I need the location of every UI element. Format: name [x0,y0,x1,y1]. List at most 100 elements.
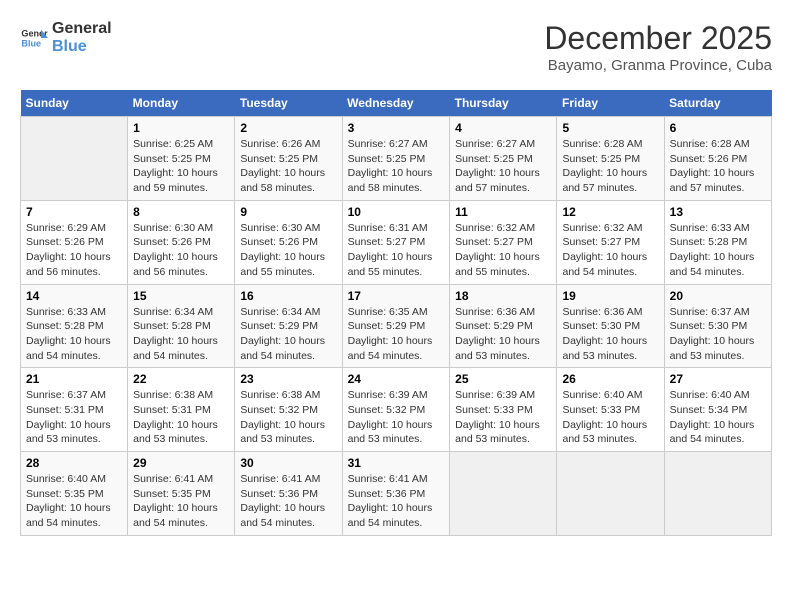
calendar-cell: 4 Sunrise: 6:27 AM Sunset: 5:25 PM Daylig… [450,117,557,201]
day-number: 11 [455,205,551,219]
day-number: 12 [562,205,658,219]
day-info: Sunrise: 6:30 AM Sunset: 5:26 PM Dayligh… [240,221,336,280]
calendar-cell: 17 Sunrise: 6:35 AM Sunset: 5:29 PM Dayli… [342,284,450,368]
day-number: 9 [240,205,336,219]
calendar-cell: 29Sunrise: 6:41 AM Sunset: 5:35 PM Dayli… [128,452,235,536]
day-info: Sunrise: 6:32 AM Sunset: 5:27 PM Dayligh… [562,221,658,280]
header-day-monday: Monday [128,90,235,117]
calendar-cell: 19 Sunrise: 6:36 AM Sunset: 5:30 PM Dayli… [557,284,664,368]
calendar-cell: 13 Sunrise: 6:33 AM Sunset: 5:28 PM Dayli… [664,200,771,284]
day-number: 4 [455,121,551,135]
day-number: 24 [348,372,445,386]
logo-icon: General Blue [20,24,48,52]
day-number: 19 [562,289,658,303]
day-number: 30 [240,456,336,470]
calendar-cell: 16 Sunrise: 6:34 AM Sunset: 5:29 PM Dayli… [235,284,342,368]
day-number: 28 [26,456,122,470]
day-number: 21 [26,372,122,386]
day-number: 14 [26,289,122,303]
calendar-subtitle: Bayamo, Granma Province, Cuba [544,57,772,74]
day-info: Sunrise: 6:32 AM Sunset: 5:27 PM Dayligh… [455,221,551,280]
day-number: 15 [133,289,229,303]
day-info: Sunrise: 6:28 AM Sunset: 5:25 PM Dayligh… [562,137,658,196]
calendar-cell: 21 Sunrise: 6:37 AM Sunset: 5:31 PM Dayli… [21,368,128,452]
calendar-cell: 26Sunrise: 6:40 AM Sunset: 5:33 PM Dayli… [557,368,664,452]
day-info: Sunrise: 6:40 AM Sunset: 5:34 PM Dayligh… [670,388,766,447]
day-info: Sunrise: 6:25 AM Sunset: 5:25 PM Dayligh… [133,137,229,196]
day-info: Sunrise: 6:37 AM Sunset: 5:31 PM Dayligh… [26,388,122,447]
day-number: 18 [455,289,551,303]
day-info: Sunrise: 6:35 AM Sunset: 5:29 PM Dayligh… [348,305,445,364]
day-info: Sunrise: 6:33 AM Sunset: 5:28 PM Dayligh… [26,305,122,364]
header-day-thursday: Thursday [450,90,557,117]
day-number: 5 [562,121,658,135]
day-number: 25 [455,372,551,386]
day-number: 7 [26,205,122,219]
day-number: 13 [670,205,766,219]
day-number: 1 [133,121,229,135]
header-day-sunday: Sunday [21,90,128,117]
calendar-cell: 9 Sunrise: 6:30 AM Sunset: 5:26 PM Daylig… [235,200,342,284]
calendar-cell: 11 Sunrise: 6:32 AM Sunset: 5:27 PM Dayli… [450,200,557,284]
calendar-cell: 2 Sunrise: 6:26 AM Sunset: 5:25 PM Daylig… [235,117,342,201]
header-day-saturday: Saturday [664,90,771,117]
day-number: 3 [348,121,445,135]
calendar-cell: 10 Sunrise: 6:31 AM Sunset: 5:27 PM Dayli… [342,200,450,284]
day-info: Sunrise: 6:41 AM Sunset: 5:36 PM Dayligh… [348,472,445,531]
logo: General Blue General Blue [20,20,112,55]
day-info: Sunrise: 6:33 AM Sunset: 5:28 PM Dayligh… [670,221,766,280]
calendar-cell: 30 Sunrise: 6:41 AM Sunset: 5:36 PM Dayli… [235,452,342,536]
day-info: Sunrise: 6:30 AM Sunset: 5:26 PM Dayligh… [133,221,229,280]
calendar-cell: 5 Sunrise: 6:28 AM Sunset: 5:25 PM Daylig… [557,117,664,201]
day-info: Sunrise: 6:27 AM Sunset: 5:25 PM Dayligh… [348,137,445,196]
day-info: Sunrise: 6:38 AM Sunset: 5:32 PM Dayligh… [240,388,336,447]
day-number: 22 [133,372,229,386]
calendar-cell: 20 Sunrise: 6:37 AM Sunset: 5:30 PM Dayli… [664,284,771,368]
calendar-cell: 24Sunrise: 6:39 AM Sunset: 5:32 PM Dayli… [342,368,450,452]
day-number: 20 [670,289,766,303]
calendar-cell: 27Sunrise: 6:40 AM Sunset: 5:34 PM Dayli… [664,368,771,452]
day-info: Sunrise: 6:27 AM Sunset: 5:25 PM Dayligh… [455,137,551,196]
calendar-cell: 25 Sunrise: 6:39 AM Sunset: 5:33 PM Dayli… [450,368,557,452]
calendar-cell: 23Sunrise: 6:38 AM Sunset: 5:32 PM Dayli… [235,368,342,452]
svg-text:Blue: Blue [21,38,41,48]
calendar-cell [664,452,771,536]
day-info: Sunrise: 6:34 AM Sunset: 5:28 PM Dayligh… [133,305,229,364]
calendar-title: December 2025 [544,20,772,57]
day-info: Sunrise: 6:36 AM Sunset: 5:30 PM Dayligh… [562,305,658,364]
day-info: Sunrise: 6:26 AM Sunset: 5:25 PM Dayligh… [240,137,336,196]
day-info: Sunrise: 6:29 AM Sunset: 5:26 PM Dayligh… [26,221,122,280]
calendar-cell: 18Sunrise: 6:36 AM Sunset: 5:29 PM Dayli… [450,284,557,368]
day-number: 10 [348,205,445,219]
calendar-cell: 6Sunrise: 6:28 AM Sunset: 5:26 PM Daylig… [664,117,771,201]
header-day-friday: Friday [557,90,664,117]
calendar-cell: 31 Sunrise: 6:41 AM Sunset: 5:36 PM Dayli… [342,452,450,536]
day-info: Sunrise: 6:41 AM Sunset: 5:36 PM Dayligh… [240,472,336,531]
day-number: 29 [133,456,229,470]
day-info: Sunrise: 6:34 AM Sunset: 5:29 PM Dayligh… [240,305,336,364]
calendar-week-row: 1 Sunrise: 6:25 AM Sunset: 5:25 PM Daylig… [21,117,772,201]
day-number: 2 [240,121,336,135]
calendar-cell: 22 Sunrise: 6:38 AM Sunset: 5:31 PM Dayli… [128,368,235,452]
day-info: Sunrise: 6:28 AM Sunset: 5:26 PM Dayligh… [670,137,766,196]
calendar-cell: 8Sunrise: 6:30 AM Sunset: 5:26 PM Daylig… [128,200,235,284]
day-info: Sunrise: 6:38 AM Sunset: 5:31 PM Dayligh… [133,388,229,447]
day-number: 16 [240,289,336,303]
calendar-week-row: 14 Sunrise: 6:33 AM Sunset: 5:28 PM Dayli… [21,284,772,368]
calendar-cell: 14 Sunrise: 6:33 AM Sunset: 5:28 PM Dayli… [21,284,128,368]
calendar-cell [450,452,557,536]
title-section: December 2025 Bayamo, Granma Province, C… [544,20,772,74]
day-info: Sunrise: 6:40 AM Sunset: 5:35 PM Dayligh… [26,472,122,531]
day-number: 17 [348,289,445,303]
day-info: Sunrise: 6:31 AM Sunset: 5:27 PM Dayligh… [348,221,445,280]
calendar-cell: 28 Sunrise: 6:40 AM Sunset: 5:35 PM Dayli… [21,452,128,536]
day-number: 31 [348,456,445,470]
calendar-week-row: 21 Sunrise: 6:37 AM Sunset: 5:31 PM Dayli… [21,368,772,452]
day-number: 26 [562,372,658,386]
header-day-tuesday: Tuesday [235,90,342,117]
day-info: Sunrise: 6:39 AM Sunset: 5:33 PM Dayligh… [455,388,551,447]
calendar-cell [557,452,664,536]
logo-general-text: General [52,20,112,38]
calendar-cell [21,117,128,201]
day-info: Sunrise: 6:37 AM Sunset: 5:30 PM Dayligh… [670,305,766,364]
